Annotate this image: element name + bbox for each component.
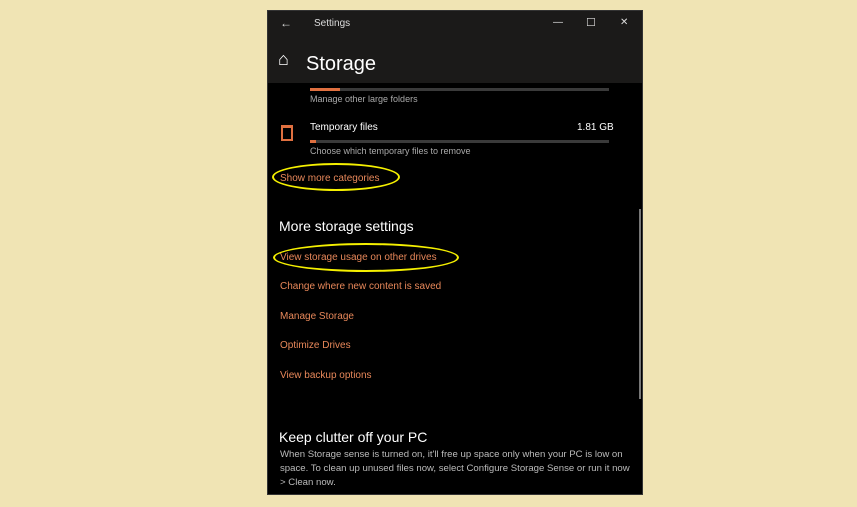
manage-storage-link[interactable]: Manage Storage [280,311,354,322]
close-button[interactable]: ✕ [620,17,628,28]
backup-options-link[interactable]: View backup options [280,370,372,381]
change-save-location-link[interactable]: Change where new content is saved [280,281,441,292]
highlight-circle [273,243,459,272]
temp-files-size: 1.81 GB [577,122,614,133]
clutter-heading: Keep clutter off your PC [279,429,428,445]
temp-usage-bar [310,140,609,143]
home-icon[interactable]: ⌂ [278,49,289,70]
window-title: Settings [314,18,351,29]
minimize-button[interactable]: — [553,17,563,28]
optimize-drives-link[interactable]: Optimize Drives [280,340,351,351]
page-title: Storage [306,53,377,75]
other-usage-bar [310,88,609,91]
page-header: ⌂ Storage [268,41,642,83]
scrollbar[interactable] [639,209,641,399]
temp-files-name[interactable]: Temporary files [310,122,378,133]
trash-icon [281,125,293,141]
maximize-button[interactable]: ☐ [586,16,596,29]
more-storage-heading: More storage settings [279,218,414,234]
temp-subtitle: Choose which temporary files to remove [310,146,471,156]
other-subtitle: Manage other large folders [310,94,418,104]
settings-window: ← Settings — ☐ ✕ ⌂ Storage Manage other … [267,10,643,495]
back-button[interactable]: ← [280,16,292,30]
clutter-description: When Storage sense is turned on, it'll f… [280,449,630,488]
highlight-circle [272,163,400,191]
